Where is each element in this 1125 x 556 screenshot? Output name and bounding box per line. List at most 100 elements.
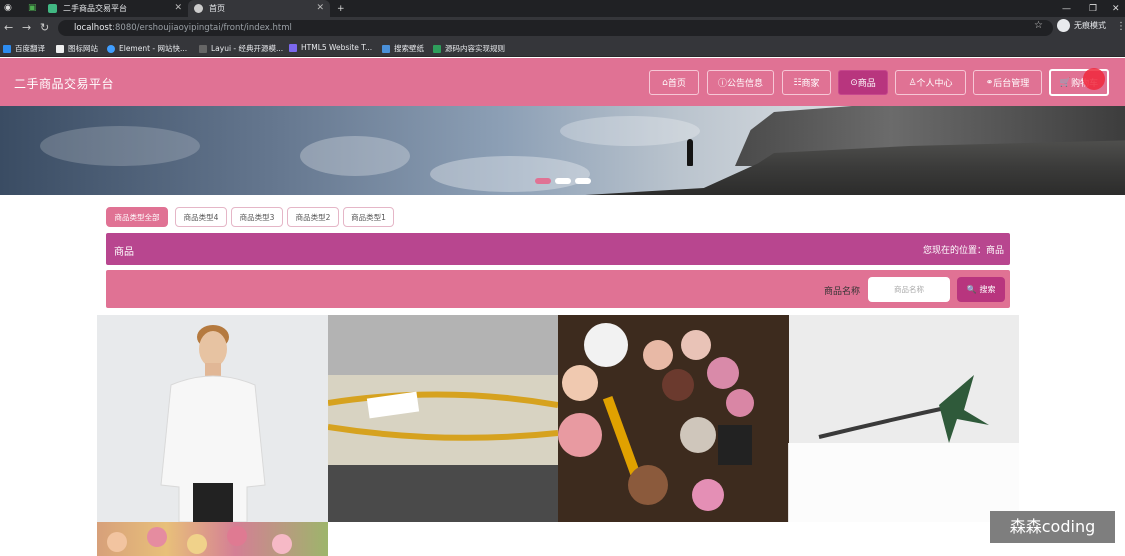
nav-merchant[interactable]: ☷ 商家 xyxy=(782,70,831,95)
nav-notice[interactable]: ⓘ 公告信息 xyxy=(707,70,774,95)
product-card-makeup[interactable] xyxy=(558,315,789,522)
product-card-necklace[interactable] xyxy=(328,315,558,522)
reload-icon[interactable]: ↻ xyxy=(40,20,49,36)
cloud xyxy=(430,156,590,192)
restore-button[interactable]: ❐ xyxy=(1089,0,1097,17)
nav-label: 公告信息 xyxy=(727,79,764,89)
back-icon[interactable]: ← xyxy=(4,20,13,36)
bookmark-item[interactable]: 图标网站 xyxy=(56,43,98,54)
search-button[interactable]: 🔍 搜索 xyxy=(957,277,1005,302)
nav-label: 首页 xyxy=(667,79,686,89)
nav-home[interactable]: ⌂ 首页 xyxy=(649,70,699,95)
bookmark-label: 源码内容实现规则 xyxy=(445,44,505,53)
bookmark-label: Layui - 经典开源模... xyxy=(211,44,284,53)
new-tab-button[interactable]: + xyxy=(337,0,345,17)
bookmark-item[interactable]: 源码内容实现规则 xyxy=(433,43,505,54)
translate-icon xyxy=(3,44,11,53)
close-icon[interactable]: ✕ xyxy=(174,3,182,13)
close-icon[interactable]: ✕ xyxy=(316,3,324,13)
tab-platform-label: 二手商品交易平台 xyxy=(63,4,127,13)
category-3[interactable]: 商品类型3 xyxy=(231,207,283,227)
bookmark-item[interactable]: 搜索壁纸 xyxy=(382,43,424,54)
nav-label: 个人中心 xyxy=(916,79,953,89)
product-image xyxy=(328,315,558,522)
incognito-icon xyxy=(1057,19,1070,32)
product-card-shirt[interactable] xyxy=(97,315,328,522)
search-button-label: 搜索 xyxy=(979,285,996,294)
wallpaper-icon xyxy=(382,44,390,53)
nav-products[interactable]: ⊙ 商品 xyxy=(838,70,888,95)
browser-menu-icon[interactable]: ◉ xyxy=(4,0,12,16)
product-image xyxy=(97,315,328,522)
category-4[interactable]: 商品类型4 xyxy=(175,207,227,227)
user-icon: ♙ xyxy=(908,77,917,88)
search-icon: 🔍 xyxy=(966,285,977,294)
nav-label: 商品 xyxy=(857,79,876,89)
layui-icon xyxy=(199,44,207,53)
info-icon: ⓘ xyxy=(717,79,727,89)
forward-icon[interactable]: → xyxy=(22,20,31,36)
hiker-figure xyxy=(687,139,693,166)
tab-platform[interactable]: 二手商品交易平台 ✕ xyxy=(48,0,188,17)
address-bar[interactable]: localhost:8080/ershoujiaoyipingtai/front… xyxy=(58,20,1053,36)
tab-home-label: 首页 xyxy=(209,4,225,13)
category-1[interactable]: 商品类型1 xyxy=(343,207,394,227)
shop-icon: ☷ xyxy=(793,77,802,88)
category-all[interactable]: 商品类型全部 xyxy=(106,207,168,227)
browser-tabstrip: ◉ ▣ 二手商品交易平台 ✕ 首页 ✕ + — ❐ ✕ xyxy=(0,0,1125,17)
source-icon xyxy=(433,44,441,53)
browser-menu-kebab-icon[interactable]: ⋮ xyxy=(1116,21,1125,32)
bookmark-item[interactable]: Layui - 经典开源模... xyxy=(199,43,283,54)
profile-label: 无痕模式 xyxy=(1074,21,1106,30)
html5-icon xyxy=(289,43,297,52)
carousel-dot[interactable] xyxy=(555,178,571,184)
carousel-dot[interactable] xyxy=(575,178,591,184)
tab-home[interactable]: 首页 ✕ xyxy=(188,0,330,17)
bookmark-label: 百度翻译 xyxy=(15,44,45,53)
incognito-profile[interactable]: 无痕模式 xyxy=(1057,19,1106,32)
cloud xyxy=(560,116,700,146)
flag-icon xyxy=(56,44,64,53)
page-title: 商品 xyxy=(114,247,134,258)
url-path: :8080/ershoujiaoyipingtai/front/index.ht… xyxy=(112,23,292,33)
product-card-flowers[interactable] xyxy=(97,522,328,556)
bookmarks-bar: 百度翻译 图标网站 Element - 网站快... Layui - 经典开源模… xyxy=(0,39,1125,57)
vue-tab-icon[interactable]: ▣ xyxy=(28,0,37,16)
carousel-indicators xyxy=(535,178,591,184)
product-image xyxy=(558,315,789,522)
bookmark-item[interactable]: Element - 网站快... xyxy=(107,43,187,54)
nav-profile[interactable]: ♙ 个人中心 xyxy=(895,70,966,95)
product-image xyxy=(107,526,292,554)
nav-label: 后台管理 xyxy=(993,79,1030,89)
search-panel: 商品名称 🔍 搜索 xyxy=(106,270,1010,308)
video-watermark: 森森coding xyxy=(990,511,1115,543)
bookmark-label: 搜索壁纸 xyxy=(394,44,424,53)
product-icon: ⊙ xyxy=(850,77,858,88)
carousel-dot[interactable] xyxy=(535,178,551,184)
close-window-button[interactable]: ✕ xyxy=(1112,0,1120,17)
bookmark-label: HTML5 Website T... xyxy=(301,43,373,52)
cart-icon: 🛒 xyxy=(1059,77,1072,88)
cloud xyxy=(300,136,410,176)
category-2[interactable]: 商品类型2 xyxy=(287,207,339,227)
bookmark-star-icon[interactable]: ☆ xyxy=(1034,20,1043,31)
click-indicator xyxy=(1083,68,1105,90)
element-icon xyxy=(107,44,115,53)
site-title[interactable]: 二手商品交易平台 xyxy=(14,75,114,92)
minimize-button[interactable]: — xyxy=(1062,0,1071,17)
bookmark-item[interactable]: 百度翻译 xyxy=(3,43,45,54)
cloud xyxy=(40,126,200,166)
vue-icon xyxy=(48,4,57,13)
search-input[interactable] xyxy=(868,277,950,302)
browser-toolbar: ← → ↻ localhost:8080/ershoujiaoyipingtai… xyxy=(0,17,1125,39)
globe-icon xyxy=(194,4,203,13)
current-location: 您现在的位置：商品 xyxy=(922,246,1004,256)
bookmark-label: 图标网站 xyxy=(68,44,98,53)
bookmark-item[interactable]: HTML5 Website T... xyxy=(289,43,372,52)
url-host: localhost xyxy=(74,23,113,33)
search-label: 商品名称 xyxy=(824,287,861,297)
breadcrumb: 商品 您现在的位置：商品 xyxy=(106,233,1010,265)
nav-admin[interactable]: ⚭ 后台管理 xyxy=(973,70,1042,95)
bookmark-label: Element - 网站快... xyxy=(119,44,188,53)
link-icon: ⚭ xyxy=(985,77,994,88)
